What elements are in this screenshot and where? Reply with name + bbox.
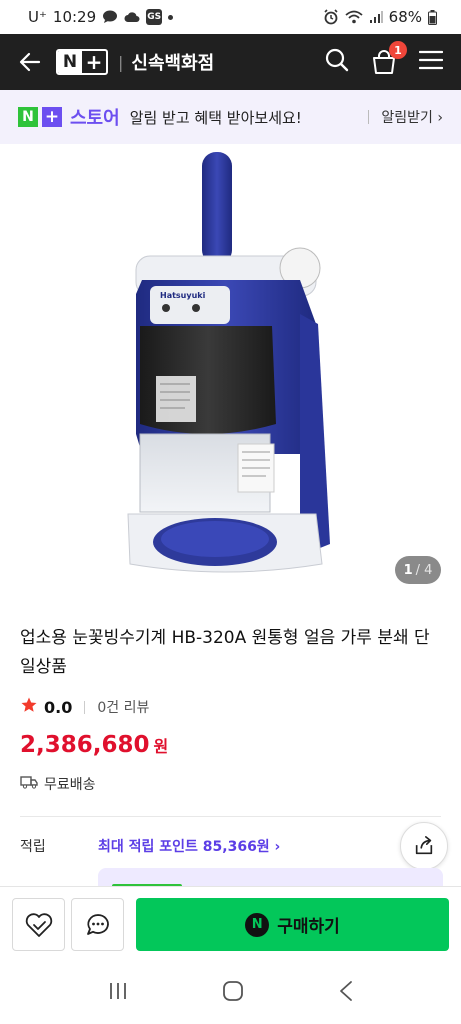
store-notification-banner: N + 스토어 알림 받고 혜택 받아보세요! 알림받기 › [0, 90, 461, 144]
store-logo-n: N [18, 107, 38, 127]
share-button[interactable] [400, 822, 448, 870]
app-header: N + | 신속백화점 1 [0, 34, 461, 90]
price: 2,386,680 원 [20, 732, 168, 758]
notify-button[interactable]: 알림받기 › [368, 107, 443, 127]
search-icon[interactable] [325, 48, 349, 76]
store-name[interactable]: 신속백화점 [131, 49, 214, 75]
wishlist-button[interactable] [12, 898, 65, 951]
carrier-label: U⁺ [28, 8, 47, 26]
image-index: 1 [403, 562, 413, 578]
chat-notification-icon [102, 10, 118, 24]
max-points-link[interactable]: 최대 적립 포인트 85,366원 › [98, 836, 280, 856]
gs-notification-icon: GS [146, 9, 163, 25]
home-icon[interactable] [222, 980, 244, 1006]
talk-talk-button[interactable] [71, 898, 124, 951]
banner-message: 알림 받고 혜택 받아보세요! [129, 108, 302, 127]
store-logo-plus: + [42, 107, 62, 127]
nav-back-icon[interactable] [338, 980, 354, 1006]
more-notifications-dot [168, 14, 174, 20]
points-row: 적립 최대 적립 포인트 85,366원 › [20, 836, 441, 856]
cart-count-badge: 1 [389, 41, 407, 59]
cloud-notification-icon [124, 11, 140, 23]
back-arrow-icon[interactable] [18, 50, 42, 74]
purchase-action-bar: N 구매하기 [0, 886, 461, 962]
buy-button-label: 구매하기 [277, 917, 340, 937]
buy-button[interactable]: N 구매하기 [136, 898, 449, 951]
shipping-label: 무료배송 [44, 777, 96, 793]
image-page-counter: 1 / 4 [395, 556, 441, 584]
status-bar: U⁺ 10:29 GS 68% [0, 0, 461, 34]
menu-icon[interactable] [418, 49, 444, 75]
clock-label: 10:29 [52, 8, 97, 26]
image-brand-text: Hatsuyuki [160, 291, 206, 300]
shaved-ice-machine-image: Hatsuyuki [127, 152, 330, 573]
product-image-carousel[interactable]: Hatsuyuki 1 / 4 [0, 144, 461, 605]
rating-divider [84, 700, 86, 714]
share-icon [415, 836, 433, 855]
battery-percent: 68% [388, 8, 422, 26]
nplus-store-logo: N + 스토어 [18, 104, 120, 130]
battery-icon [428, 9, 437, 25]
logo-n: N [58, 51, 82, 73]
image-total: / 4 [415, 562, 433, 578]
rating-row: 0.0 0건 리뷰 [20, 696, 149, 718]
store-logo-text: 스토어 [70, 108, 120, 129]
product-title: 업소용 눈꽃빙수기계 HB-320A 원통형 얼음 가루 분쇄 단일상품 [20, 628, 430, 677]
shipping-info: 무료배송 [20, 774, 96, 794]
price-unit: 원 [153, 737, 169, 756]
header-separator: | [118, 52, 124, 72]
system-navigation-bar [0, 962, 461, 1024]
section-divider [20, 816, 441, 817]
star-icon [20, 696, 38, 718]
signal-icon [369, 10, 383, 24]
truck-icon [20, 775, 38, 793]
review-count-link[interactable]: 0건 리뷰 [97, 697, 149, 717]
alarm-icon [323, 9, 339, 25]
price-amount: 2,386,680 [20, 732, 150, 758]
heart-icon [25, 912, 52, 937]
recent-apps-icon[interactable] [107, 981, 129, 1005]
naver-plus-logo[interactable]: N + [56, 49, 108, 75]
logo-plus: + [85, 50, 103, 74]
points-label: 적립 [20, 839, 46, 855]
cart-button[interactable]: 1 [371, 41, 407, 75]
wifi-icon [345, 10, 363, 24]
rating-score: 0.0 [44, 697, 73, 717]
talk-icon [86, 913, 109, 935]
npay-icon: N [245, 912, 270, 937]
